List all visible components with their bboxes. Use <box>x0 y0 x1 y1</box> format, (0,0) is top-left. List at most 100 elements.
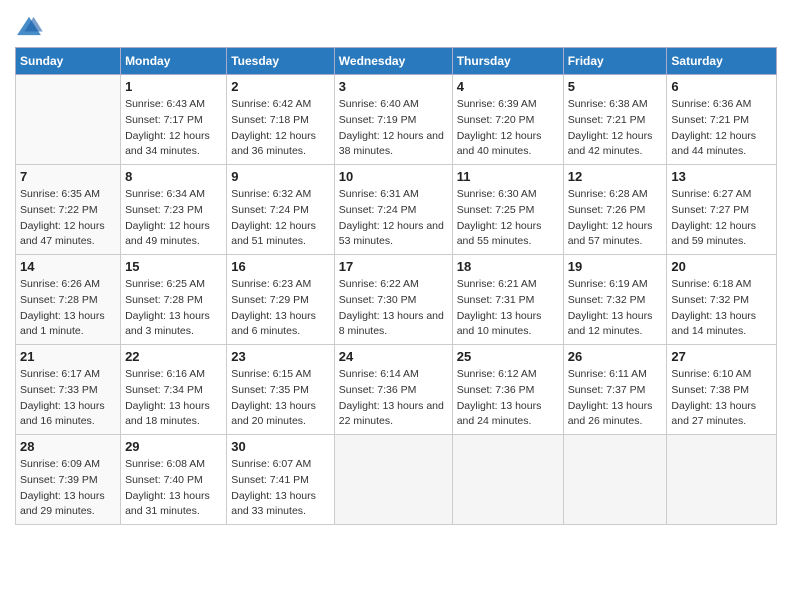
day-number: 22 <box>125 349 222 364</box>
col-header-sunday: Sunday <box>16 48 121 75</box>
day-number: 8 <box>125 169 222 184</box>
sun-info: Sunrise: 6:36 AMSunset: 7:21 PMDaylight:… <box>671 97 772 160</box>
calendar-cell: 8 Sunrise: 6:34 AMSunset: 7:23 PMDaylight… <box>121 165 227 255</box>
sun-info: Sunrise: 6:35 AMSunset: 7:22 PMDaylight:… <box>20 187 116 250</box>
week-row-3: 14Sunrise: 6:26 AMSunset: 7:28 PMDayligh… <box>16 255 777 345</box>
calendar-cell: 23 Sunrise: 6:15 AMSunset: 7:35 PMDayligh… <box>227 345 335 435</box>
day-number: 18 <box>457 259 559 274</box>
day-number: 16 <box>231 259 330 274</box>
calendar-cell <box>334 435 452 525</box>
calendar-cell: 29Sunrise: 6:08 AMSunset: 7:40 PMDayligh… <box>121 435 227 525</box>
day-number: 13 <box>671 169 772 184</box>
calendar-cell: 6 Sunrise: 6:36 AMSunset: 7:21 PMDaylight… <box>667 75 777 165</box>
day-number: 17 <box>339 259 448 274</box>
sun-info: Sunrise: 6:10 AMSunset: 7:38 PMDaylight:… <box>671 367 772 430</box>
week-row-1: 1 Sunrise: 6:43 AMSunset: 7:17 PMDaylight… <box>16 75 777 165</box>
calendar-cell: 3 Sunrise: 6:40 AMSunset: 7:19 PMDaylight… <box>334 75 452 165</box>
day-number: 25 <box>457 349 559 364</box>
day-number: 6 <box>671 79 772 94</box>
calendar-body: 1 Sunrise: 6:43 AMSunset: 7:17 PMDaylight… <box>16 75 777 525</box>
calendar-cell: 28 Sunrise: 6:09 AMSunset: 7:39 PMDayligh… <box>16 435 121 525</box>
logo-icon <box>15 15 43 37</box>
calendar-cell: 10 Sunrise: 6:31 AMSunset: 7:24 PMDayligh… <box>334 165 452 255</box>
day-number: 10 <box>339 169 448 184</box>
calendar-cell: 13 Sunrise: 6:27 AMSunset: 7:27 PMDayligh… <box>667 165 777 255</box>
day-number: 15 <box>125 259 222 274</box>
calendar-cell: 4 Sunrise: 6:39 AMSunset: 7:20 PMDaylight… <box>452 75 563 165</box>
day-number: 21 <box>20 349 116 364</box>
day-number: 26 <box>568 349 663 364</box>
col-header-saturday: Saturday <box>667 48 777 75</box>
sun-info: Sunrise: 6:42 AMSunset: 7:18 PMDaylight:… <box>231 97 330 160</box>
calendar-cell <box>452 435 563 525</box>
calendar-cell: 24Sunrise: 6:14 AMSunset: 7:36 PMDayligh… <box>334 345 452 435</box>
calendar-cell: 25 Sunrise: 6:12 AMSunset: 7:36 PMDayligh… <box>452 345 563 435</box>
sun-info: Sunrise: 6:43 AMSunset: 7:17 PMDaylight:… <box>125 97 222 160</box>
day-number: 3 <box>339 79 448 94</box>
calendar-cell: 18 Sunrise: 6:21 AMSunset: 7:31 PMDayligh… <box>452 255 563 345</box>
sun-info: Sunrise: 6:15 AMSunset: 7:35 PMDaylight:… <box>231 367 330 430</box>
sun-info: Sunrise: 6:12 AMSunset: 7:36 PMDaylight:… <box>457 367 559 430</box>
sun-info: Sunrise: 6:27 AMSunset: 7:27 PMDaylight:… <box>671 187 772 250</box>
calendar-cell: 15 Sunrise: 6:25 AMSunset: 7:28 PMDayligh… <box>121 255 227 345</box>
day-number: 20 <box>671 259 772 274</box>
day-number: 4 <box>457 79 559 94</box>
day-number: 11 <box>457 169 559 184</box>
sun-info: Sunrise: 6:32 AMSunset: 7:24 PMDaylight:… <box>231 187 330 250</box>
calendar-cell: 1 Sunrise: 6:43 AMSunset: 7:17 PMDaylight… <box>121 75 227 165</box>
week-row-5: 28 Sunrise: 6:09 AMSunset: 7:39 PMDayligh… <box>16 435 777 525</box>
day-number: 5 <box>568 79 663 94</box>
day-number: 12 <box>568 169 663 184</box>
calendar-cell: 20 Sunrise: 6:18 AMSunset: 7:32 PMDayligh… <box>667 255 777 345</box>
day-number: 24 <box>339 349 448 364</box>
sun-info: Sunrise: 6:18 AMSunset: 7:32 PMDaylight:… <box>671 277 772 340</box>
sun-info: Sunrise: 6:23 AMSunset: 7:29 PMDaylight:… <box>231 277 330 340</box>
calendar-cell: 14Sunrise: 6:26 AMSunset: 7:28 PMDayligh… <box>16 255 121 345</box>
day-number: 28 <box>20 439 116 454</box>
logo <box>15 15 47 37</box>
day-number: 2 <box>231 79 330 94</box>
header <box>15 15 777 37</box>
sun-info: Sunrise: 6:17 AMSunset: 7:33 PMDaylight:… <box>20 367 116 430</box>
calendar-cell: 27 Sunrise: 6:10 AMSunset: 7:38 PMDayligh… <box>667 345 777 435</box>
day-number: 30 <box>231 439 330 454</box>
sun-info: Sunrise: 6:34 AMSunset: 7:23 PMDaylight:… <box>125 187 222 250</box>
sun-info: Sunrise: 6:08 AMSunset: 7:40 PMDaylight:… <box>125 457 222 520</box>
calendar-table: SundayMondayTuesdayWednesdayThursdayFrid… <box>15 47 777 525</box>
calendar-cell: 11 Sunrise: 6:30 AMSunset: 7:25 PMDayligh… <box>452 165 563 255</box>
calendar-cell: 22 Sunrise: 6:16 AMSunset: 7:34 PMDayligh… <box>121 345 227 435</box>
calendar-cell: 12Sunrise: 6:28 AMSunset: 7:26 PMDayligh… <box>563 165 667 255</box>
calendar-cell: 2 Sunrise: 6:42 AMSunset: 7:18 PMDaylight… <box>227 75 335 165</box>
calendar-cell <box>563 435 667 525</box>
col-header-monday: Monday <box>121 48 227 75</box>
day-number: 1 <box>125 79 222 94</box>
sun-info: Sunrise: 6:16 AMSunset: 7:34 PMDaylight:… <box>125 367 222 430</box>
calendar-cell: 21 Sunrise: 6:17 AMSunset: 7:33 PMDayligh… <box>16 345 121 435</box>
sun-info: Sunrise: 6:40 AMSunset: 7:19 PMDaylight:… <box>339 97 448 160</box>
calendar-cell: 17 Sunrise: 6:22 AMSunset: 7:30 PMDayligh… <box>334 255 452 345</box>
sun-info: Sunrise: 6:21 AMSunset: 7:31 PMDaylight:… <box>457 277 559 340</box>
sun-info: Sunrise: 6:39 AMSunset: 7:20 PMDaylight:… <box>457 97 559 160</box>
sun-info: Sunrise: 6:07 AMSunset: 7:41 PMDaylight:… <box>231 457 330 520</box>
sun-info: Sunrise: 6:25 AMSunset: 7:28 PMDaylight:… <box>125 277 222 340</box>
sun-info: Sunrise: 6:09 AMSunset: 7:39 PMDaylight:… <box>20 457 116 520</box>
day-number: 27 <box>671 349 772 364</box>
header-row: SundayMondayTuesdayWednesdayThursdayFrid… <box>16 48 777 75</box>
day-number: 19 <box>568 259 663 274</box>
calendar-cell: 9Sunrise: 6:32 AMSunset: 7:24 PMDaylight… <box>227 165 335 255</box>
sun-info: Sunrise: 6:31 AMSunset: 7:24 PMDaylight:… <box>339 187 448 250</box>
col-header-wednesday: Wednesday <box>334 48 452 75</box>
col-header-tuesday: Tuesday <box>227 48 335 75</box>
sun-info: Sunrise: 6:11 AMSunset: 7:37 PMDaylight:… <box>568 367 663 430</box>
day-number: 23 <box>231 349 330 364</box>
sun-info: Sunrise: 6:26 AMSunset: 7:28 PMDaylight:… <box>20 277 116 340</box>
calendar-cell: 16 Sunrise: 6:23 AMSunset: 7:29 PMDayligh… <box>227 255 335 345</box>
sun-info: Sunrise: 6:38 AMSunset: 7:21 PMDaylight:… <box>568 97 663 160</box>
sun-info: Sunrise: 6:22 AMSunset: 7:30 PMDaylight:… <box>339 277 448 340</box>
sun-info: Sunrise: 6:30 AMSunset: 7:25 PMDaylight:… <box>457 187 559 250</box>
calendar-cell: 7Sunrise: 6:35 AMSunset: 7:22 PMDaylight… <box>16 165 121 255</box>
calendar-cell: 26 Sunrise: 6:11 AMSunset: 7:37 PMDayligh… <box>563 345 667 435</box>
week-row-4: 21 Sunrise: 6:17 AMSunset: 7:33 PMDayligh… <box>16 345 777 435</box>
calendar-cell: 19Sunrise: 6:19 AMSunset: 7:32 PMDayligh… <box>563 255 667 345</box>
calendar-cell <box>667 435 777 525</box>
